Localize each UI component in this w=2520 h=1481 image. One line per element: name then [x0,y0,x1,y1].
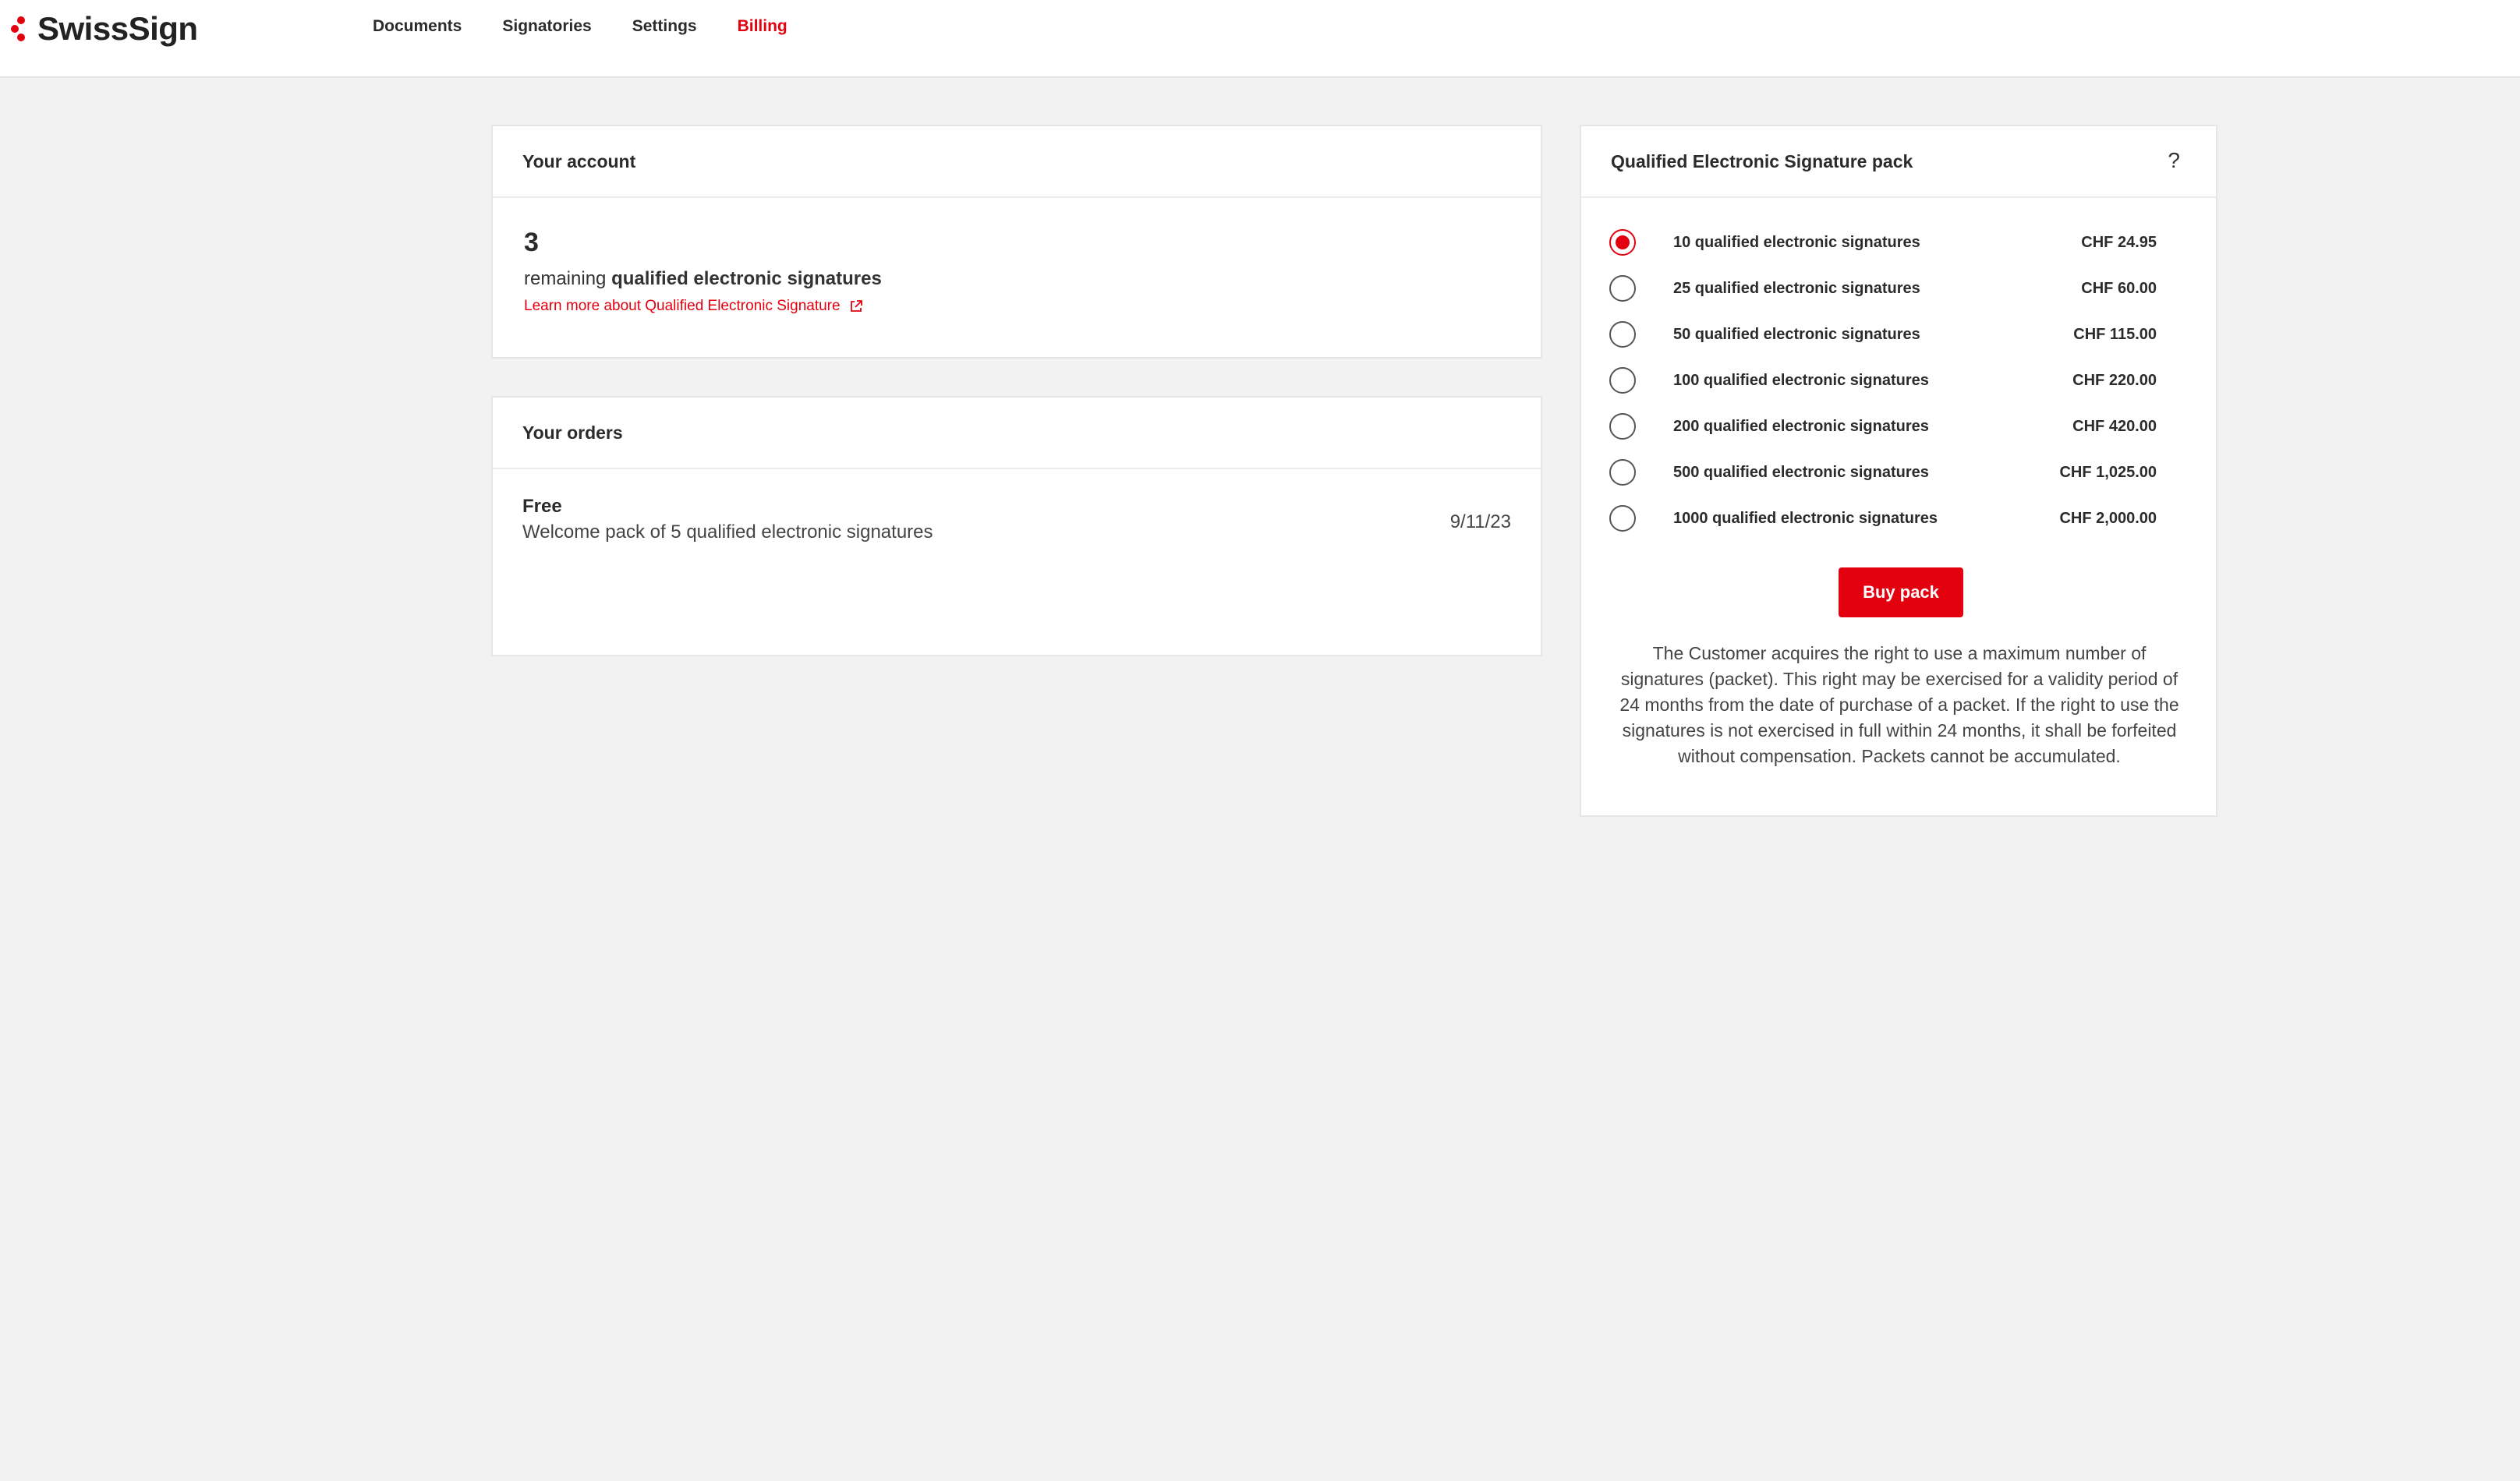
signature-pack-card: Qualified Electronic Signature pack ? 10… [1580,125,2217,817]
pack-card-title: Qualified Electronic Signature pack ? [1581,126,2216,198]
remaining-bold-text: qualified electronic signatures [611,268,882,289]
radio-button[interactable] [1609,275,1636,302]
pack-terms-text: The Customer acquires the right to use a… [1619,643,2179,766]
pack-option-100[interactable]: 100 qualified electronic signatures CHF … [1581,364,2216,410]
logo-text: SwissSign [37,10,198,47]
learn-more-link-text: Learn more about Qualified Electronic Si… [524,298,841,314]
orders-card-title: Your orders [493,398,1541,469]
remaining-prefix: remaining [524,268,607,289]
nav-signatories[interactable]: Signatories [502,17,591,36]
pack-option-label: 100 qualified electronic signatures [1673,372,1929,389]
logo-dots-icon [11,13,31,44]
radio-button-selected[interactable] [1609,229,1636,256]
radio-button[interactable] [1609,321,1636,348]
pack-option-price: CHF 115.00 [2073,326,2157,343]
top-navigation-bar: SwissSign Documents Signatories Settings… [0,0,2520,78]
pack-option-200[interactable]: 200 qualified electronic signatures CHF … [1581,410,2216,456]
account-card: Your account 3 remaining qualified elect… [491,125,1542,359]
pack-options-list: 10 qualified electronic signatures CHF 2… [1581,226,2216,548]
pack-option-1000[interactable]: 1000 qualified electronic signatures CHF… [1581,502,2216,548]
pack-option-label: 50 qualified electronic signatures [1673,326,1920,343]
order-row: Free Welcome pack of 5 qualified electro… [493,496,1541,550]
main-nav: Documents Signatories Settings Billing [373,17,788,36]
swisssign-logo[interactable]: SwissSign [11,9,198,48]
pack-option-label: 1000 qualified electronic signatures [1673,510,1938,527]
pack-option-label: 10 qualified electronic signatures [1673,234,1920,251]
pack-option-price: CHF 24.95 [2081,234,2157,251]
pack-option-25[interactable]: 25 qualified electronic signatures CHF 6… [1581,272,2216,318]
pack-option-price: CHF 60.00 [2081,280,2157,297]
account-card-title: Your account [493,126,1541,198]
radio-button[interactable] [1609,459,1636,486]
pack-option-label: 25 qualified electronic signatures [1673,280,1920,297]
remaining-label: remaining qualified electronic signature… [524,268,882,290]
remaining-count: 3 [524,228,539,257]
pack-option-500[interactable]: 500 qualified electronic signatures CHF … [1581,456,2216,502]
radio-button[interactable] [1609,413,1636,440]
nav-billing[interactable]: Billing [738,17,788,36]
order-date: 9/11/23 [1449,511,1511,532]
pack-option-price: CHF 420.00 [2072,418,2157,435]
order-description: Welcome pack of 5 qualified electronic s… [522,521,933,543]
help-icon[interactable]: ? [2168,148,2180,173]
pack-option-label: 200 qualified electronic signatures [1673,418,1929,435]
order-title: Free [522,496,562,517]
pack-option-label: 500 qualified electronic signatures [1673,464,1929,481]
pack-option-price: CHF 1,025.00 [2059,464,2157,481]
orders-card: Your orders Free Welcome pack of 5 quali… [491,396,1542,656]
pack-option-price: CHF 220.00 [2072,372,2157,389]
pack-option-price: CHF 2,000.00 [2059,510,2157,527]
buy-pack-button[interactable]: Buy pack [1839,567,1963,617]
external-link-icon [850,300,862,312]
radio-button[interactable] [1609,505,1636,532]
pack-title-text: Qualified Electronic Signature pack [1611,150,1913,171]
learn-more-link[interactable]: Learn more about Qualified Electronic Si… [524,298,862,315]
radio-button[interactable] [1609,367,1636,394]
pack-option-10[interactable]: 10 qualified electronic signatures CHF 2… [1581,226,2216,272]
nav-documents[interactable]: Documents [373,17,462,36]
pack-option-50[interactable]: 50 qualified electronic signatures CHF 1… [1581,318,2216,364]
nav-settings[interactable]: Settings [632,17,697,36]
